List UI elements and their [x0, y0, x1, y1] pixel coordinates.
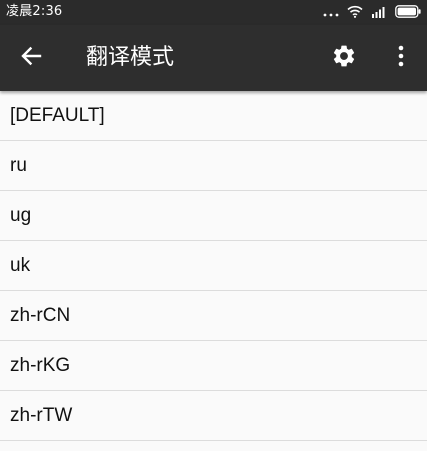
list-item-label: zh-rCN: [10, 304, 71, 326]
mode-list: [DEFAULT] ru ug uk zh-rCN zh-rKG zh-rTW: [0, 91, 427, 441]
list-item-uk[interactable]: uk: [0, 241, 427, 291]
wifi-icon: [347, 3, 363, 22]
list-item-ru[interactable]: ru: [0, 141, 427, 191]
list-item-label: uk: [10, 254, 31, 276]
back-button[interactable]: [14, 41, 48, 75]
list-item-zh-rkg[interactable]: zh-rKG: [0, 341, 427, 391]
list-item-label: ru: [10, 154, 27, 176]
more-vert-icon: [397, 45, 405, 71]
status-icons: [323, 4, 421, 20]
battery-icon: [395, 3, 421, 22]
page-title: 翻译模式: [86, 45, 175, 70]
overflow-menu-button[interactable]: [386, 41, 416, 75]
signal-icon: [371, 3, 387, 22]
dots-icon: [323, 3, 339, 22]
list-item-ug[interactable]: ug: [0, 191, 427, 241]
status-bar: 凌晨2:36: [0, 0, 427, 25]
app-toolbar: 翻译模式: [0, 25, 427, 91]
arrow-left-icon: [20, 45, 42, 71]
list-item-default[interactable]: [DEFAULT]: [0, 91, 427, 141]
gear-icon: [331, 43, 357, 73]
list-item-label: zh-rTW: [10, 404, 73, 426]
list-item-zh-rtw[interactable]: zh-rTW: [0, 391, 427, 441]
list-item-label: [DEFAULT]: [10, 104, 105, 126]
status-time: 凌晨2:36: [6, 4, 63, 19]
settings-button[interactable]: [327, 41, 361, 75]
list-item-zh-rcn[interactable]: zh-rCN: [0, 291, 427, 341]
list-item-label: ug: [10, 204, 32, 226]
list-item-label: zh-rKG: [10, 354, 71, 376]
